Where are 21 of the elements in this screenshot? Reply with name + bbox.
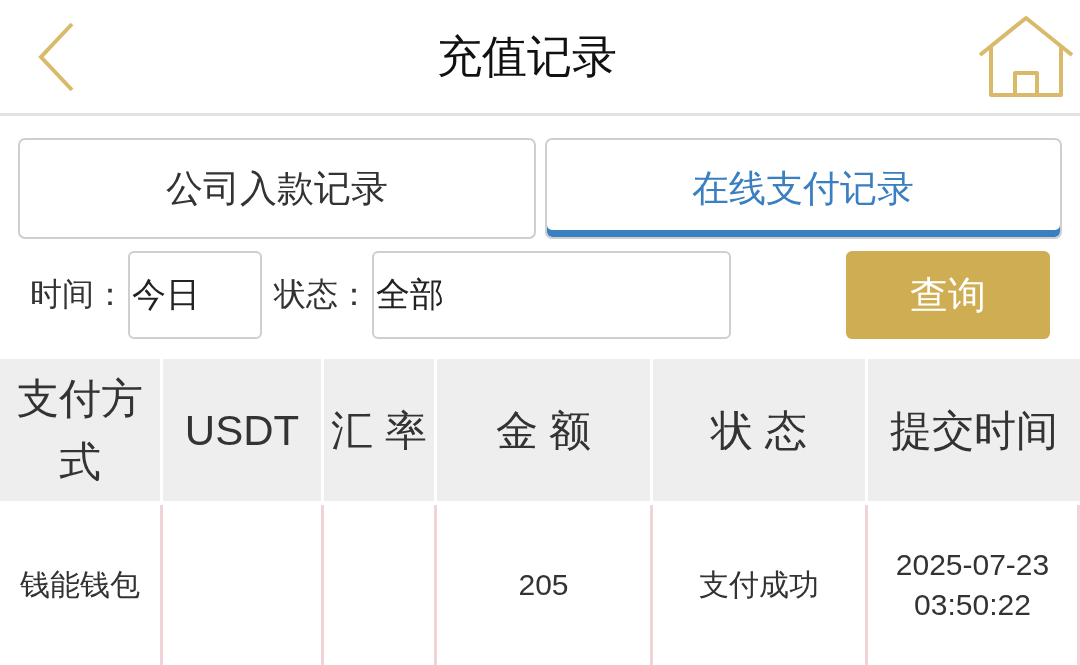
select-field[interactable]: 今日 [128,251,262,339]
column-header: 支付方式 [0,359,160,501]
tab[interactable]: 在线支付记录 [544,138,1062,239]
home-button[interactable] [977,14,1075,99]
column-header: 状 态 [653,359,865,501]
home-icon [977,14,1075,99]
filter-label: 时间： [30,275,126,314]
table-cell: 205 [437,505,653,665]
select-field[interactable]: 全部 [372,251,731,339]
column-header: 汇 率 [324,359,434,501]
page-title: 充值记录 [436,34,617,79]
column-header: 提交时间 [868,359,1080,501]
column-header: 金 额 [437,359,650,501]
column-header: USDT [163,359,321,501]
table-cell: 支付成功 [653,505,868,665]
back-button[interactable] [36,20,76,93]
back-chevron-icon [36,20,76,93]
filter-label: 状态： [274,275,370,314]
table-cell: 钱能钱包 [0,505,163,665]
table-cell: 2025-07-23 03:50:22 [868,505,1080,665]
tab[interactable]: 公司入款记录 [18,138,536,239]
